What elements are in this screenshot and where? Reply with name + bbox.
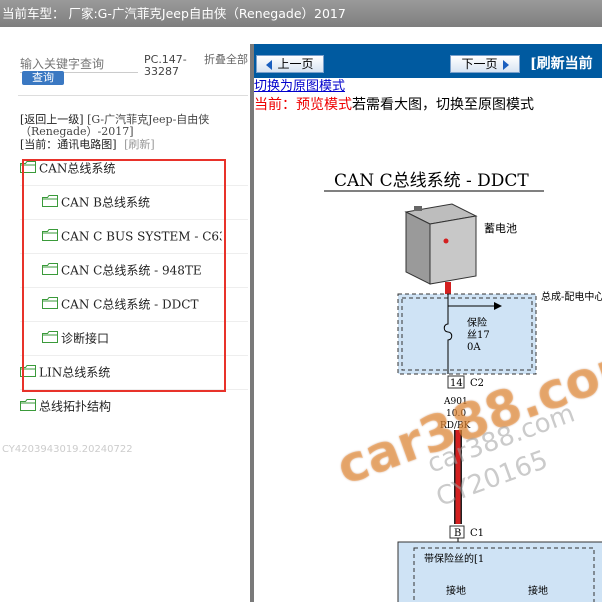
folder-icon: [20, 395, 36, 419]
tree-item-label: 总线拓扑结构: [39, 399, 112, 414]
search-input[interactable]: [20, 56, 138, 72]
preview-hint: 若需看大图，切换至原图模式: [352, 97, 534, 113]
preview-notice: 当前：预览模式若需看大图，切换至原图模式: [254, 96, 534, 114]
current-label: [当前：通讯电路图]: [20, 138, 117, 151]
fuse-label-2: 丝17: [467, 329, 490, 341]
prev-page-button[interactable]: 上一页: [256, 55, 324, 73]
refresh-current-link[interactable]: [刷新当前: [530, 53, 593, 73]
arrow-right-icon: [502, 59, 509, 70]
divider: [18, 95, 248, 96]
connector-bottom-name: C1: [470, 528, 484, 539]
top-gap: [0, 27, 602, 44]
highlight-frame: [22, 159, 226, 392]
switch-mode-link[interactable]: 切换为原图模式: [254, 80, 345, 94]
connector-top-pin: 14: [450, 378, 463, 389]
prev-label: 上一页: [277, 57, 314, 71]
fused-module-label: 带保险丝的[1: [424, 552, 484, 565]
fuse-label-3: 0A: [467, 342, 481, 353]
ground-label-2: 接地: [528, 584, 548, 597]
battery-icon: [404, 203, 478, 285]
next-page-button[interactable]: 下一页: [450, 55, 520, 73]
fold-all-button[interactable]: 折叠全部: [204, 54, 248, 66]
vehicle-text: 当前车型： 厂家:G-广汽菲克Jeep自由侠（Renegade）2017: [2, 6, 346, 21]
viewer: 上一页 下一页 [刷新当前 切换为原图模式 当前：预览模式若需看大图，切换至原图…: [254, 44, 602, 602]
fused-module: [397, 541, 602, 602]
preview-mode-label: 当前：预览模式: [254, 97, 352, 113]
sidebar: 查询 PC.147-33287 折叠全部 [返回上一级] [G-广汽菲克Jeep…: [0, 44, 250, 602]
module-label: 总成-配电中心: [541, 290, 602, 303]
fuse-label-1: 保险: [467, 316, 487, 329]
watermark-id: CY4203943019.20240722: [2, 444, 133, 455]
diagram-title: CAN C总线系统 - DDCT: [334, 171, 529, 191]
breadcrumb: [返回上一级] [G-广汽菲克Jeep-自由侠（Renegade）-2017]: [20, 114, 248, 138]
arrow-left-icon: [266, 59, 273, 70]
refresh-link[interactable]: [刷新]: [124, 138, 155, 151]
next-label: 下一页: [461, 57, 498, 71]
viewer-toolbar: 上一页 下一页 [刷新当前: [254, 44, 602, 78]
vehicle-bar: 当前车型： 厂家:G-广汽菲克Jeep自由侠（Renegade）2017: [0, 0, 602, 27]
tree-item[interactable]: 总线拓扑结构: [20, 394, 248, 418]
ground-label-1: 接地: [446, 584, 466, 597]
pc-code: PC.147-33287: [144, 53, 187, 78]
search-button[interactable]: 查询: [22, 71, 64, 85]
connector-bottom-pin: B: [454, 528, 461, 539]
current-location: [当前：通讯电路图] [刷新]: [20, 138, 248, 152]
battery-label: 蓄电池: [484, 222, 517, 235]
